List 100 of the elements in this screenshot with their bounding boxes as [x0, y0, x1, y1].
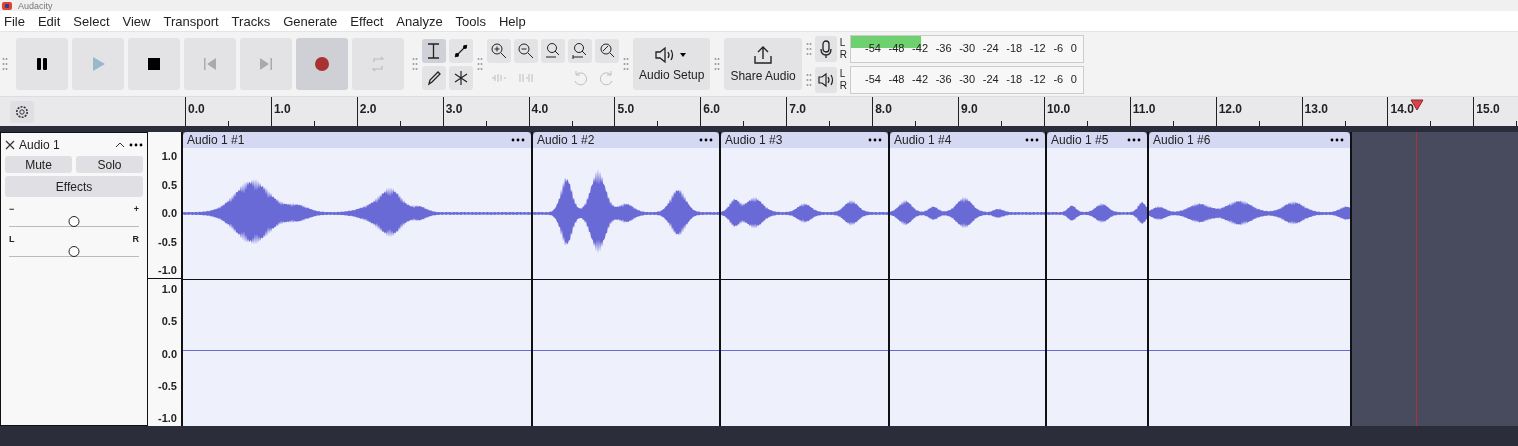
- ruler-label: 7.0: [789, 102, 806, 116]
- slider-thumb[interactable]: [68, 246, 80, 257]
- speaker-button[interactable]: [814, 66, 837, 93]
- meter-tick-label: -48: [888, 41, 905, 54]
- audio-setup-button[interactable]: Audio Setup: [633, 38, 711, 90]
- channel-label: L: [839, 67, 847, 80]
- menu-item[interactable]: View: [122, 13, 151, 29]
- ruler-label: 12.0: [1218, 102, 1243, 116]
- speaker-icon: [816, 71, 835, 88]
- ruler-label: 5.0: [617, 102, 635, 116]
- envelope-tool-button[interactable]: [449, 38, 473, 63]
- menu-item[interactable]: Tools: [455, 13, 486, 29]
- menu-item[interactable]: Effect: [350, 13, 384, 29]
- effects-button[interactable]: Effects: [5, 176, 143, 197]
- solo-button[interactable]: Solo: [76, 156, 143, 173]
- clip-header[interactable]: Audio 1 #3: [721, 132, 888, 148]
- stop-button[interactable]: [128, 38, 180, 90]
- clip-header[interactable]: Audio 1 #5: [1047, 132, 1147, 148]
- ruler-label: 3.0: [445, 102, 463, 116]
- meter-tick-label: -18: [1006, 41, 1023, 54]
- more-icon[interactable]: [1025, 138, 1039, 142]
- pause-button[interactable]: [16, 38, 68, 90]
- zoom-out-icon: [517, 41, 535, 60]
- meter-tick-label: 0: [1070, 72, 1077, 85]
- grip-icon[interactable]: [2, 57, 8, 71]
- menu-item[interactable]: File: [4, 13, 25, 29]
- grip-icon[interactable]: [714, 57, 721, 71]
- channel-label: L: [839, 36, 847, 49]
- draw-tool-button[interactable]: [422, 65, 446, 90]
- meter-tick-label: -24: [982, 41, 999, 54]
- zoom-out-button[interactable]: [514, 38, 538, 63]
- multi-icon: [452, 68, 470, 87]
- grip-icon[interactable]: [412, 57, 418, 71]
- menu-item[interactable]: Select: [73, 13, 110, 29]
- more-icon[interactable]: [868, 138, 882, 142]
- collapse-icon[interactable]: [115, 142, 125, 148]
- amplitude-label: -1.0: [158, 412, 177, 424]
- meter-tick-label: -12: [1029, 41, 1046, 54]
- zoom-in-button[interactable]: [487, 38, 511, 63]
- clip-header[interactable]: Audio 1 #6: [1149, 132, 1350, 148]
- clip-header[interactable]: Audio 1 #1: [183, 132, 531, 148]
- menu-item[interactable]: Generate: [283, 13, 338, 29]
- meter-tick-label: 0: [1070, 41, 1077, 54]
- more-icon[interactable]: [1330, 138, 1344, 142]
- meter-tick-label: -6: [1053, 41, 1064, 54]
- meter-tick-label: -42: [912, 41, 928, 54]
- start-button[interactable]: [184, 38, 236, 90]
- microphone-button[interactable]: [814, 35, 837, 62]
- amplitude-label: 0.5: [161, 178, 177, 191]
- app-logo-icon: [2, 1, 12, 10]
- multi-tool-button[interactable]: [449, 65, 473, 90]
- slider-max-label: +: [133, 204, 139, 214]
- share-audio-button[interactable]: Share Audio: [724, 38, 802, 90]
- meter-tick-label: -30: [959, 41, 976, 54]
- menu-item[interactable]: Tracks: [231, 13, 271, 29]
- meter-tick-label: -12: [1029, 72, 1046, 85]
- track-name[interactable]: Audio 1: [19, 138, 111, 152]
- clip-name: Audio 1 #5: [1051, 133, 1109, 147]
- amplitude-label: 0.0: [161, 207, 177, 219]
- amplitude-label: -1.0: [158, 264, 177, 276]
- fit-project-button[interactable]: [568, 38, 592, 63]
- slider-thumb[interactable]: [68, 216, 80, 227]
- channel-label: R: [839, 79, 847, 92]
- record-button[interactable]: [296, 38, 348, 90]
- ruler-label: 6.0: [703, 102, 721, 116]
- menu-item[interactable]: Analyze: [396, 13, 443, 29]
- amplitude-label: 0.5: [161, 315, 177, 328]
- select-tool-button[interactable]: [422, 38, 446, 63]
- more-icon[interactable]: [511, 138, 525, 142]
- ruler-label: 15.0: [1476, 102, 1500, 116]
- more-icon[interactable]: [1127, 138, 1141, 142]
- ruler-label: 1.0: [273, 102, 291, 116]
- settings-button[interactable]: [10, 100, 34, 123]
- menu-item[interactable]: Help: [498, 13, 526, 29]
- fit-selection-button[interactable]: [541, 38, 565, 63]
- microphone-icon: [818, 39, 833, 58]
- menu-item[interactable]: Edit: [37, 13, 61, 29]
- ruler-label: 4.0: [531, 102, 549, 116]
- more-icon[interactable]: [699, 138, 713, 142]
- clip-header[interactable]: Audio 1 #4: [890, 132, 1045, 148]
- settings-icon: [15, 104, 29, 119]
- more-icon[interactable]: [129, 143, 143, 147]
- window-title: Audacity: [18, 0, 53, 11]
- zoom-in-icon: [490, 41, 508, 60]
- mute-button[interactable]: Mute: [5, 156, 72, 173]
- grip-icon[interactable]: [805, 41, 812, 56]
- grip-icon[interactable]: [477, 57, 483, 71]
- pan-slider[interactable]: [9, 246, 139, 257]
- clip-name: Audio 1 #2: [537, 133, 595, 147]
- close-icon[interactable]: [5, 140, 15, 150]
- menu-item[interactable]: Transport: [163, 13, 219, 29]
- zoom-toggle-button[interactable]: [595, 38, 619, 63]
- gain-slider[interactable]: [9, 216, 139, 227]
- amplitude-label: -0.5: [158, 379, 177, 392]
- grip-icon[interactable]: [805, 72, 812, 87]
- clip-header[interactable]: Audio 1 #2: [533, 132, 719, 148]
- grip-icon[interactable]: [623, 57, 629, 71]
- meter-tick-label: -48: [888, 72, 905, 85]
- meter-tick-label: -30: [959, 72, 976, 85]
- amplitude-label: 0.0: [161, 347, 177, 360]
